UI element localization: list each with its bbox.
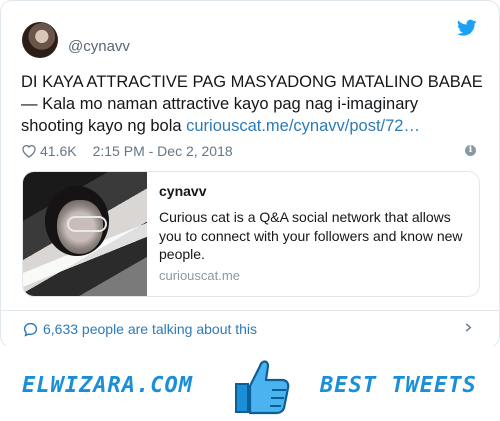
link-thumbnail — [23, 172, 147, 296]
link-description: Curious cat is a Q&A social network that… — [159, 209, 463, 262]
link-title: cynavv — [159, 183, 207, 199]
comment-bubble-icon — [23, 322, 38, 337]
thumbnail-glasses — [67, 216, 107, 232]
twitter-bird-icon[interactable] — [457, 19, 477, 37]
tweet-link[interactable]: curiouscat.me/cynavv/post/72… — [186, 117, 420, 135]
brand-left-label: ELWIZARA.COM — [22, 373, 193, 398]
talking-about-text[interactable]: 6,633 people are talking about this — [43, 321, 257, 337]
link-preview-body: cynavv Curious cat is a Q&A social netwo… — [159, 180, 465, 283]
brand-right-label: BEST TWEETS — [320, 373, 477, 398]
link-preview-card[interactable]: cynavv Curious cat is a Q&A social netwo… — [22, 171, 480, 297]
info-icon[interactable]: i — [465, 145, 476, 156]
footer-divider — [1, 310, 499, 311]
tweet-meta: 41.6K 2:15 PM - Dec 2, 2018 — [21, 143, 233, 159]
avatar[interactable] — [22, 22, 58, 58]
heart-icon[interactable] — [21, 144, 37, 158]
chevron-right-icon[interactable] — [464, 323, 473, 332]
like-count[interactable]: 41.6K — [40, 143, 77, 159]
tweet-card: @cynavv DI KAYA ATTRACTIVE PAG MASYADONG… — [0, 0, 500, 348]
talking-about-link[interactable]: 6,633 people are talking about this — [23, 319, 257, 339]
thumbs-up-icon — [235, 360, 290, 415]
tweet-handle[interactable]: @cynavv — [68, 38, 130, 55]
link-domain: curiouscat.me — [159, 267, 240, 283]
tweet-text: DI KAYA ATTRACTIVE PAG MASYADONG MATALIN… — [21, 71, 483, 137]
timestamp[interactable]: 2:15 PM - Dec 2, 2018 — [93, 143, 233, 159]
